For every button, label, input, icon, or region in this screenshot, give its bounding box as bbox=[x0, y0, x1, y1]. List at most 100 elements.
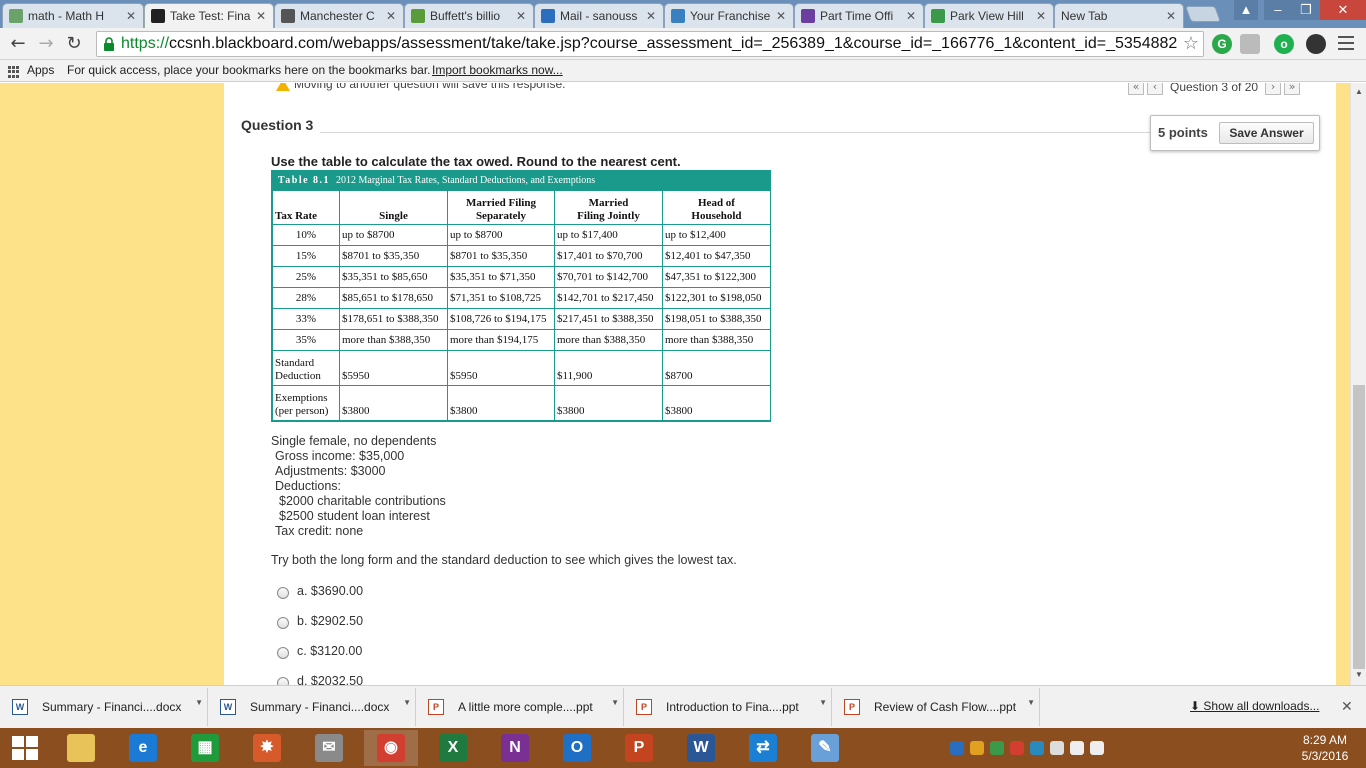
new-tab-button[interactable] bbox=[1185, 6, 1221, 22]
scroll-up-arrow-icon[interactable]: ▲ bbox=[1355, 87, 1363, 96]
tray-icon[interactable] bbox=[950, 741, 964, 755]
page-scrollbar[interactable]: ▲ ▼ bbox=[1350, 83, 1366, 685]
bookmark-star-icon[interactable]: ☆ bbox=[1183, 33, 1199, 54]
table-cell: 25% bbox=[272, 266, 340, 288]
show-all-downloads-link[interactable]: ⬇ Show all downloads... bbox=[1190, 699, 1319, 713]
tab-close-icon[interactable]: ✕ bbox=[645, 9, 657, 23]
internet-explorer-taskbar-button[interactable]: e bbox=[116, 730, 170, 766]
table-cell: $47,351 to $122,300 bbox=[662, 266, 771, 288]
tab-2[interactable]: Take Test: Fina ✕ bbox=[144, 3, 274, 28]
reload-icon[interactable]: ↻ bbox=[62, 32, 86, 56]
back-arrow-icon[interactable]: ← bbox=[6, 32, 30, 56]
tab-close-icon[interactable]: ✕ bbox=[125, 9, 137, 23]
tab-7[interactable]: Part Time Offi ✕ bbox=[794, 3, 924, 28]
tab-3[interactable]: Manchester C ✕ bbox=[274, 3, 404, 28]
tab-8[interactable]: Park View Hill ✕ bbox=[924, 3, 1054, 28]
radio-button[interactable] bbox=[277, 647, 289, 659]
excel-taskbar-button[interactable]: X bbox=[426, 730, 480, 766]
radio-button[interactable] bbox=[277, 617, 289, 629]
tab-close-icon[interactable]: ✕ bbox=[1035, 9, 1047, 23]
tab-4[interactable]: Buffett's billio ✕ bbox=[404, 3, 534, 28]
download-item[interactable]: W Summary - Financi....docx ▼ bbox=[0, 688, 208, 726]
minimize-button[interactable]: – bbox=[1264, 0, 1292, 20]
previous-question-button[interactable]: ‹ bbox=[1147, 83, 1163, 95]
first-question-button[interactable]: « bbox=[1128, 83, 1144, 95]
volume-icon[interactable] bbox=[1090, 741, 1104, 755]
tray-icon[interactable] bbox=[1030, 741, 1044, 755]
table-cell: up to $8700 bbox=[447, 224, 555, 246]
user-icon[interactable]: ▲ bbox=[1234, 0, 1258, 20]
tab-9[interactable]: New Tab ✕ bbox=[1054, 3, 1184, 28]
tab-5[interactable]: Mail - sanouss ✕ bbox=[534, 3, 664, 28]
table-body: 10% up to $8700 up to $8700 up to $17,400 up… bbox=[272, 224, 771, 421]
apps-link[interactable]: Apps bbox=[27, 63, 54, 77]
choice-d[interactable]: d. $2032.50 bbox=[277, 672, 363, 685]
download-menu-caret-icon[interactable]: ▼ bbox=[1027, 698, 1035, 707]
tab-close-icon[interactable]: ✕ bbox=[1165, 9, 1177, 23]
apps-grid-icon[interactable] bbox=[8, 66, 20, 78]
download-filename: Summary - Financi....docx bbox=[42, 700, 182, 714]
download-item[interactable]: W Summary - Financi....docx ▼ bbox=[208, 688, 416, 726]
ninja-extension-icon[interactable] bbox=[1306, 34, 1326, 54]
tray-icon[interactable] bbox=[990, 741, 1004, 755]
last-question-button[interactable]: » bbox=[1284, 83, 1301, 95]
powerpoint-taskbar-button[interactable]: P bbox=[612, 730, 666, 766]
chrome-menu-icon[interactable] bbox=[1338, 36, 1354, 50]
tab-6[interactable]: Your Franchise ✕ bbox=[664, 3, 794, 28]
paint-icon: ✎ bbox=[811, 734, 839, 762]
forward-arrow-icon[interactable]: → bbox=[34, 32, 58, 56]
paint-taskbar-button[interactable]: ✎ bbox=[798, 730, 852, 766]
download-item[interactable]: P Introduction to Fina....ppt ▼ bbox=[624, 688, 832, 726]
windows-start-icon[interactable] bbox=[12, 736, 38, 760]
choice-b[interactable]: b. $2902.50 bbox=[277, 612, 363, 630]
download-item[interactable]: P Review of Cash Flow....ppt ▼ bbox=[832, 688, 1040, 726]
browser-toolbar: ← → ↻ https://ccsnh.blackboard.com/webap… bbox=[0, 28, 1366, 60]
download-menu-caret-icon[interactable]: ▼ bbox=[403, 698, 411, 707]
save-answer-button[interactable]: Save Answer bbox=[1219, 122, 1314, 144]
scanner-taskbar-button[interactable]: ✉ bbox=[302, 730, 356, 766]
store-taskbar-button[interactable]: ▦ bbox=[178, 730, 232, 766]
choice-a[interactable]: a. $3690.00 bbox=[277, 582, 363, 600]
file-explorer-taskbar-button[interactable] bbox=[54, 730, 108, 766]
tab-close-icon[interactable]: ✕ bbox=[775, 9, 787, 23]
chrome-taskbar-button[interactable]: ◉ bbox=[364, 730, 418, 766]
word-taskbar-button[interactable]: W bbox=[674, 730, 728, 766]
network-icon[interactable] bbox=[1070, 741, 1084, 755]
radio-button[interactable] bbox=[277, 587, 289, 599]
grammarly-icon[interactable]: G bbox=[1212, 34, 1232, 54]
tab-close-icon[interactable]: ✕ bbox=[255, 9, 267, 23]
heading-divider bbox=[320, 132, 1150, 133]
outlook-taskbar-button[interactable]: O bbox=[550, 730, 604, 766]
import-bookmarks-link[interactable]: Import bookmarks now... bbox=[432, 63, 563, 77]
table-cell: $142,701 to $217,450 bbox=[554, 287, 663, 309]
tray-icon[interactable] bbox=[1010, 741, 1024, 755]
download-menu-caret-icon[interactable]: ▼ bbox=[819, 698, 827, 707]
close-shelf-icon[interactable]: ✕ bbox=[1341, 698, 1353, 715]
notifications-icon[interactable] bbox=[1050, 741, 1064, 755]
teamviewer-taskbar-button[interactable]: ⇄ bbox=[736, 730, 790, 766]
close-window-button[interactable]: ✕ bbox=[1320, 0, 1366, 20]
extension-lock-icon[interactable] bbox=[1240, 34, 1260, 54]
onenote-taskbar-button[interactable]: N bbox=[488, 730, 542, 766]
bookmarks-bar: Apps For quick access, place your bookma… bbox=[0, 60, 1366, 82]
extension-circle-icon[interactable]: o bbox=[1274, 34, 1294, 54]
scenario-text: Single female, no dependents Gross income… bbox=[271, 434, 446, 539]
tab-1[interactable]: math - Math H ✕ bbox=[2, 3, 144, 28]
scroll-thumb[interactable] bbox=[1353, 385, 1365, 669]
tab-close-icon[interactable]: ✕ bbox=[905, 9, 917, 23]
next-question-button[interactable]: › bbox=[1265, 83, 1282, 95]
download-item[interactable]: P A little more comple....ppt ▼ bbox=[416, 688, 624, 726]
radio-button[interactable] bbox=[277, 677, 289, 685]
tray-icon[interactable] bbox=[970, 741, 984, 755]
scroll-down-arrow-icon[interactable]: ▼ bbox=[1355, 670, 1363, 679]
download-menu-caret-icon[interactable]: ▼ bbox=[195, 698, 203, 707]
tab-close-icon[interactable]: ✕ bbox=[385, 9, 397, 23]
picasa-taskbar-button[interactable]: ✸ bbox=[240, 730, 294, 766]
tab-close-icon[interactable]: ✕ bbox=[515, 9, 527, 23]
system-clock[interactable]: 8:29 AM 5/3/2016 bbox=[1290, 732, 1360, 764]
points-box: 5 points Save Answer bbox=[1150, 115, 1320, 151]
download-menu-caret-icon[interactable]: ▼ bbox=[611, 698, 619, 707]
choice-c[interactable]: c. $3120.00 bbox=[277, 642, 362, 660]
address-bar[interactable]: https://ccsnh.blackboard.com/webapps/ass… bbox=[96, 31, 1204, 57]
maximize-button[interactable]: ❐ bbox=[1292, 0, 1320, 20]
